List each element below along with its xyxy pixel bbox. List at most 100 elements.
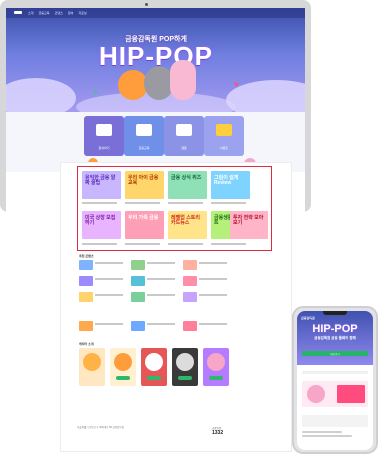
book-icon [96,124,112,136]
money-icon: ✦ [92,88,99,97]
site-footer: 서울특별시 영등포구 여의대로 38 금융감독원 금융민원 1332 [77,423,277,443]
character-button[interactable] [178,376,192,380]
megaphone-icon [216,124,232,136]
featured-title: 투자 전략 모아보기 [233,215,264,226]
character-icon [83,353,101,371]
character-icon [176,353,194,371]
education-icon [136,124,152,136]
character-card[interactable] [110,348,136,386]
list-item[interactable] [183,321,197,331]
list-line [147,323,175,325]
webcam [145,3,148,6]
caption-line [168,202,203,204]
character-card[interactable] [203,348,229,386]
nav-item[interactable]: 콘텐츠 [55,11,63,15]
list-item[interactable] [79,321,93,331]
quick-link-card[interactable]: 금융교육 [124,116,164,156]
list-item[interactable] [131,321,145,331]
mobile-screen: 금융감독원 HIP-POP 금융감독원 금융 플레이 함께 바로가기 [297,311,373,450]
rabbit-character-icon [170,60,196,100]
featured-card[interactable]: 레벨업 스토리 카드뉴스 [168,211,207,239]
featured-title: 금융 상식 퀴즈 [171,175,202,181]
nav-item[interactable]: 참여 [68,11,74,15]
nav-item[interactable]: 자료실 [78,11,86,15]
cloud-decoration [6,78,76,112]
character-button[interactable] [116,376,130,380]
section-title: 캐릭터 소개 [79,342,94,346]
list-item[interactable] [131,292,145,302]
hero-banner: 소개 금융교육 콘텐츠 참여 자료실 금융감독원 POP하게 HIP-POP ♥… [6,8,305,112]
featured-title: 그림이 쉽게 Review [214,175,239,186]
quick-link-label: 이벤트 [219,146,229,150]
list-item[interactable] [79,260,93,270]
heart-icon: ♥ [234,80,239,89]
phone-frame: 금융감독원 HIP-POP 금융감독원 금융 플레이 함께 바로가기 [292,306,378,454]
phone-notch [323,311,347,315]
footer-address: 서울특별시 영등포구 여의대로 38 금융감독원 [77,426,124,429]
featured-card[interactable]: 미국 상장 모집하기 [82,211,121,239]
quick-link-label: 참여하기 [98,146,110,150]
featured-title: 레벨업 스토리 카드뉴스 [171,215,200,226]
top-nav: 소개 금융교육 콘텐츠 참여 자료실 [6,8,305,18]
list-line [147,262,175,264]
featured-card[interactable]: 투자 전략 모아보기 [230,211,268,239]
quick-link-card[interactable]: 참여하기 [84,116,124,156]
mobile-cta-button[interactable]: 바로가기 [302,351,368,356]
mobile-logo[interactable]: 금융감독원 [301,316,315,320]
mobile-cta-label: 바로가기 [330,353,340,356]
nav-item[interactable]: 소개 [28,11,34,15]
section-title: 추천 콘텐츠 [79,254,94,258]
caption-line [125,243,160,245]
character-icon [207,353,225,371]
mobile-list-item[interactable] [302,415,368,427]
featured-card[interactable]: 우리 아이 금융교육 [125,171,164,199]
list-item[interactable] [183,292,197,302]
list-line [199,262,227,264]
site-logo[interactable] [14,11,22,14]
character-icon [145,353,163,371]
caption-line [168,243,203,245]
list-line [199,278,227,280]
list-line [95,294,123,296]
list-item[interactable] [183,276,197,286]
character-icon [307,385,325,403]
character-card[interactable] [79,348,105,386]
quick-link-card[interactable]: 이벤트 [204,116,244,156]
list-line [95,262,123,264]
mobile-tabbar[interactable] [302,371,368,374]
list-item[interactable] [183,260,197,270]
featured-card[interactable]: 유익한 금융 알짜 꿀팁 [82,171,121,199]
nav-item[interactable]: 금융교육 [39,11,50,15]
list-item[interactable] [79,292,93,302]
featured-card[interactable]: 금융 상식 퀴즈 [168,171,207,199]
character-card[interactable] [141,348,167,386]
quick-link-card[interactable]: 웹툰 [164,116,204,156]
list-line [95,278,123,280]
caption-line [211,243,246,245]
caption-line [125,202,160,204]
mobile-subtitle: 금융감독원 금융 플레이 함께 [314,336,356,340]
list-item[interactable] [131,260,145,270]
featured-card[interactable]: 그림이 쉽게 Review [211,171,250,199]
caption-line [82,202,117,204]
mobile-hero: 금융감독원 HIP-POP 금융감독원 금융 플레이 함께 바로가기 [297,311,373,365]
quick-link-label: 웹툰 [181,146,187,150]
list-item[interactable] [131,276,145,286]
list-line [95,323,123,325]
character-button[interactable] [209,376,223,380]
nav-menu: 소개 금융교육 콘텐츠 참여 자료실 [28,11,87,15]
list-line [199,294,227,296]
featured-card[interactable]: 우리 가족 금융 [125,211,164,239]
caption-line [211,202,246,204]
list-item[interactable] [79,276,93,286]
character-button[interactable] [147,376,161,380]
featured-title: 미국 상장 모집하기 [85,215,116,226]
character-card[interactable] [172,348,198,386]
monitor-icon [176,124,192,136]
mobile-title: HIP-POP [312,323,358,335]
quick-link-label: 금융교육 [138,146,150,150]
list-line [147,278,175,280]
mobile-featured-badge [337,385,365,403]
list-line [147,294,175,296]
mobile-text-line [302,435,352,437]
